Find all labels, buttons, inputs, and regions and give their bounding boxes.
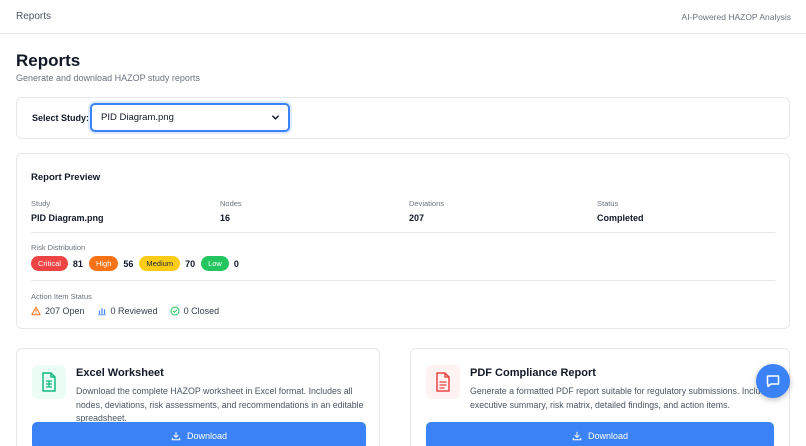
action-closed-text: 0 Closed	[183, 306, 220, 316]
excel-title: Excel Worksheet	[76, 367, 164, 379]
action-closed: 0 Closed	[170, 306, 220, 316]
study-select-label: Select Study:	[32, 113, 90, 123]
action-open: 207 Open	[31, 306, 85, 316]
study-select-card: Select Study: PID Diagram.png	[16, 97, 790, 139]
risk-count-medium: 70	[185, 258, 196, 269]
risk-distribution-label: Risk Distribution	[31, 243, 86, 252]
risk-badge-high: High	[88, 256, 119, 271]
warning-triangle-icon	[31, 306, 41, 316]
risk-badge-critical: Critical	[31, 256, 68, 271]
deviations-field-value: 207	[409, 213, 425, 223]
report-preview-heading: Report Preview	[31, 172, 101, 183]
status-field-value: Completed	[597, 213, 644, 223]
excel-worksheet-card: Excel Worksheet Download the complete HA…	[16, 348, 380, 446]
excel-description: Download the complete HAZOP worksheet in…	[76, 386, 364, 423]
top-bar: Reports AI-Powered HAZOP Analysis	[0, 0, 806, 34]
study-select[interactable]: PID Diagram.png	[90, 103, 290, 132]
main-content: Reports Generate and download HAZOP stud…	[0, 34, 806, 446]
report-preview-card: Report Preview Study PID Diagram.png Nod…	[16, 153, 790, 329]
download-icon	[171, 431, 181, 441]
action-item-status: 207 Open 0 Reviewed 0 Closed	[31, 306, 231, 316]
study-field-label: Study	[31, 199, 51, 208]
chat-button[interactable]	[756, 364, 790, 398]
study-select-value: PID Diagram.png	[101, 112, 174, 123]
spreadsheet-icon	[42, 372, 56, 392]
document-icon	[436, 372, 450, 392]
pdf-title: PDF Compliance Report	[470, 367, 596, 379]
excel-download-button[interactable]: Download	[32, 422, 366, 446]
breadcrumb[interactable]: Reports	[16, 11, 51, 22]
status-field-label: Status	[597, 199, 619, 208]
check-circle-icon	[170, 306, 180, 316]
pdf-download-label: Download	[587, 431, 629, 441]
study-field: Study PID Diagram.png	[31, 199, 104, 223]
nodes-field: Nodes 16	[220, 199, 242, 223]
app-name: AI-Powered HAZOP Analysis	[681, 12, 791, 22]
action-reviewed-text: 0 Reviewed	[110, 306, 158, 316]
document-icon-tile	[426, 365, 460, 399]
nodes-field-label: Nodes	[220, 199, 242, 208]
risk-badge-medium: Medium	[139, 256, 181, 271]
pdf-report-card: PDF Compliance Report Generate a formatt…	[410, 348, 790, 446]
risk-badge-low: Low	[201, 256, 229, 271]
action-reviewed: 0 Reviewed	[97, 306, 158, 316]
risk-count-critical: 81	[72, 258, 83, 269]
deviations-field-label: Deviations	[409, 199, 445, 208]
status-field: Status Completed	[597, 199, 644, 223]
spreadsheet-icon-tile	[32, 365, 66, 399]
bar-chart-icon	[97, 308, 106, 316]
excel-download-label: Download	[186, 431, 228, 441]
divider	[31, 232, 775, 233]
deviations-field: Deviations 207	[409, 199, 444, 223]
risk-distribution: Critical 81 High 56 Medium 70 Low 0	[31, 256, 245, 271]
pdf-download-button[interactable]: Download	[426, 422, 774, 446]
risk-count-low: 0	[233, 258, 239, 269]
download-icon	[572, 431, 582, 441]
action-item-status-label: Action Item Status	[31, 292, 92, 301]
action-open-text: 207 Open	[45, 306, 85, 316]
pdf-description: Generate a formatted PDF report suitable…	[470, 386, 775, 410]
page-subtitle: Generate and download HAZOP study report…	[16, 73, 200, 83]
risk-count-high: 56	[123, 258, 134, 269]
study-field-value: PID Diagram.png	[31, 213, 104, 223]
nodes-field-value: 16	[220, 213, 231, 223]
chevron-down-icon	[272, 115, 279, 120]
divider	[31, 280, 775, 281]
chat-icon	[766, 375, 780, 388]
page-title: Reports	[16, 51, 81, 70]
